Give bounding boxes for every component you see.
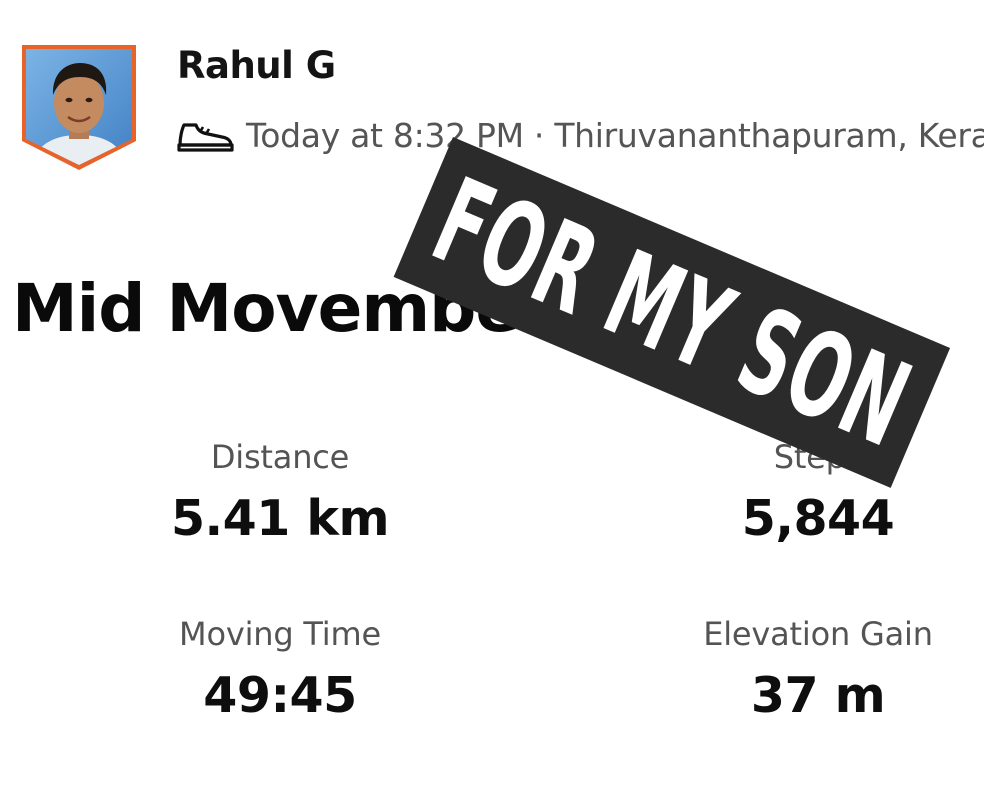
activity-date-location: Today at 8:32 PM · Thiruvananthapuram, K… bbox=[246, 115, 984, 155]
stat-value: 5,844 bbox=[741, 490, 895, 547]
activity-meta: Today at 8:32 PM · Thiruvananthapuram, K… bbox=[176, 112, 984, 158]
stat-label: Elevation Gain bbox=[703, 615, 933, 653]
stat-value: 5.41 km bbox=[170, 490, 390, 547]
avatar-photo-icon bbox=[22, 45, 136, 170]
for-my-son-sticker: FOR MY SON bbox=[393, 137, 951, 488]
shoe-icon bbox=[176, 115, 234, 155]
stat-value: 37 m bbox=[750, 667, 886, 724]
athlete-name[interactable]: Rahul G bbox=[177, 44, 336, 87]
stat-distance: Distance 5.41 km bbox=[100, 438, 460, 547]
activity-card: Rahul G Today at 8:32 PM · Thiruvanantha… bbox=[0, 0, 984, 787]
stat-label: Moving Time bbox=[179, 615, 381, 653]
stat-elevation-gain: Elevation Gain 37 m bbox=[638, 615, 984, 724]
stat-label: Distance bbox=[210, 438, 350, 476]
sticker-text: FOR MY SON bbox=[415, 151, 929, 474]
stat-value: 49:45 bbox=[203, 667, 357, 724]
stat-moving-time: Moving Time 49:45 bbox=[100, 615, 460, 724]
athlete-avatar[interactable] bbox=[20, 43, 138, 171]
